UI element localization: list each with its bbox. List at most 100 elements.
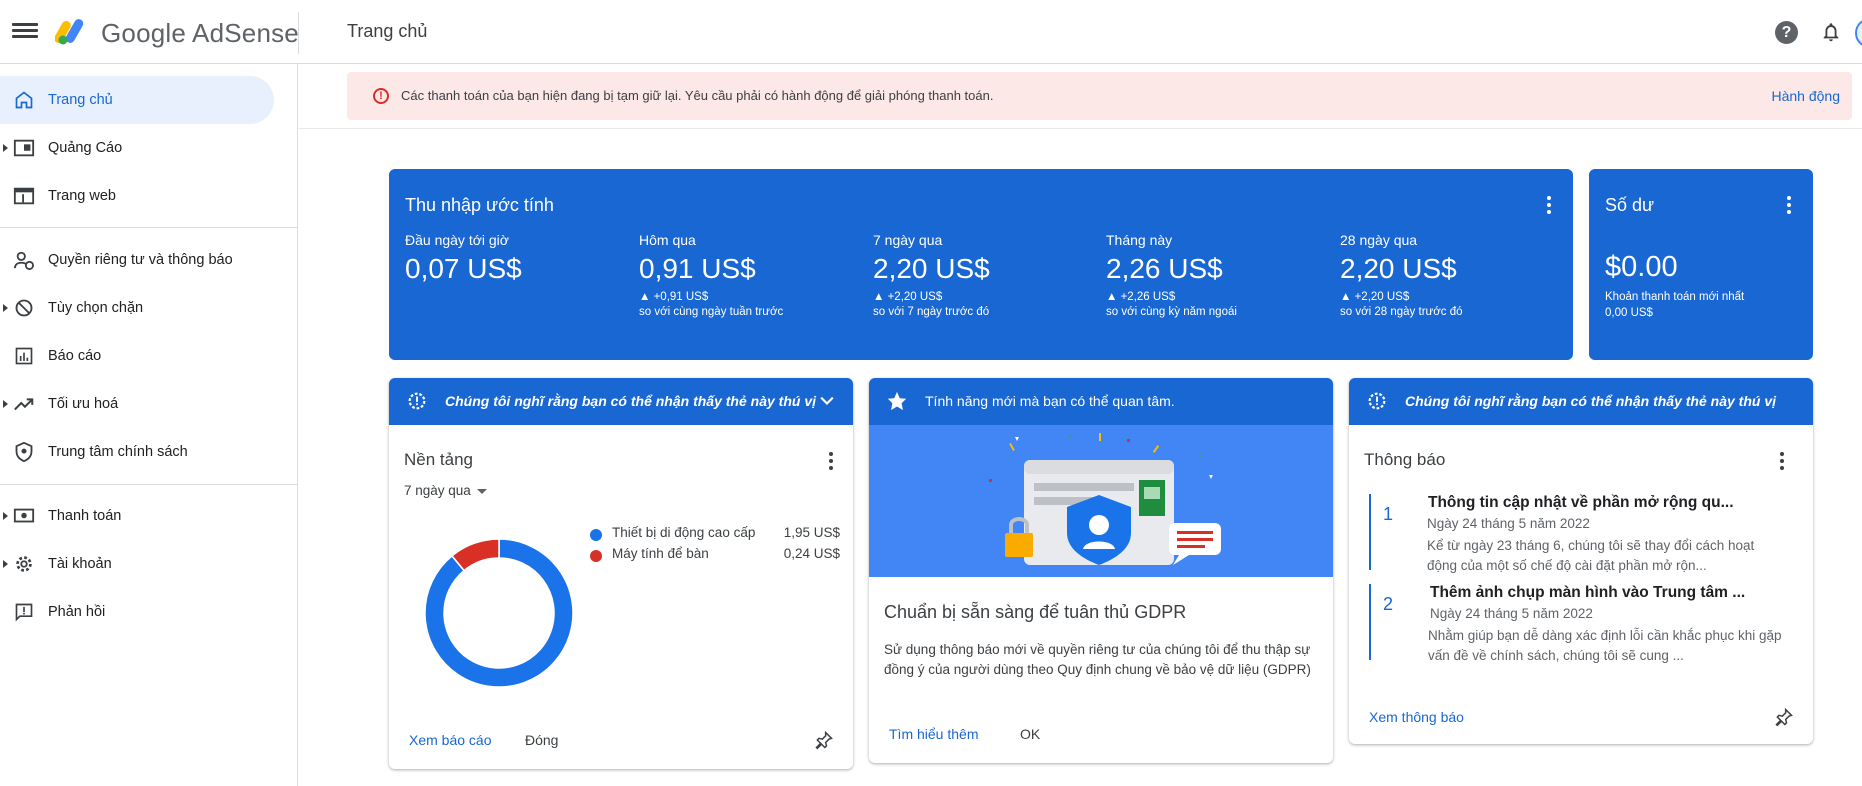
payment-hold-alert: ! Các thanh toán của bạn hiện đang bị tạ… — [347, 72, 1852, 120]
legend-item-desktop: Máy tính để bàn 0,24 US$ — [590, 546, 840, 566]
feedback-icon — [13, 601, 35, 623]
notifications-more-options-icon[interactable] — [1770, 449, 1794, 473]
view-notifications-link[interactable]: Xem thông báo — [1369, 709, 1464, 725]
optimization-trend-icon — [13, 393, 35, 415]
metric-label: Tháng này — [1106, 232, 1173, 248]
dismiss-button[interactable]: Đóng — [525, 732, 558, 748]
metric-label: Hôm qua — [639, 232, 696, 248]
sidebar-item-privacy-messaging[interactable]: Quyền riêng tư và thông báo — [0, 236, 274, 284]
sidebar-item-label: Báo cáo — [48, 348, 102, 364]
earnings-more-options-icon[interactable] — [1537, 193, 1561, 217]
metric-compare: so với 7 ngày trước đó — [873, 306, 990, 318]
notification-date: Ngày 24 tháng 5 năm 2022 — [1430, 606, 1593, 621]
legend-label: Máy tính để bàn — [612, 546, 709, 561]
expand-caret-icon — [3, 304, 8, 312]
date-range-dropdown[interactable]: 7 ngày qua — [404, 483, 487, 498]
hamburger-menu-icon[interactable] — [12, 20, 38, 44]
pin-icon[interactable] — [1774, 707, 1794, 727]
sidebar: Trang chủ Quảng Cáo Trang web Quyền riên… — [0, 64, 298, 786]
notification-title: Thêm ảnh chụp màn hình vào Trung tâm ... — [1430, 584, 1746, 601]
view-report-link[interactable]: Xem báo cáo — [409, 732, 492, 748]
sidebar-item-optimization[interactable]: Tối ưu hoá — [0, 380, 274, 428]
chevron-down-icon[interactable] — [817, 391, 837, 411]
sidebar-item-label: Trung tâm chính sách — [48, 444, 188, 460]
metric-label: 28 ngày qua — [1340, 232, 1418, 248]
gdpr-illustration — [869, 425, 1333, 577]
balance-card: Số dư $0.00 Khoản thanh toán mới nhất 0,… — [1589, 169, 1813, 360]
sidebar-item-label: Phản hồi — [48, 604, 106, 620]
reports-icon — [13, 345, 35, 367]
sidebar-item-blocking-controls[interactable]: Tùy chọn chặn — [0, 284, 274, 332]
notifications-card-title: Thông báo — [1364, 450, 1446, 469]
help-circle-icon[interactable]: ? — [1775, 21, 1798, 44]
sidebar-item-ads[interactable]: Quảng Cáo — [0, 124, 274, 172]
sidebar-item-sites[interactable]: Trang web — [0, 172, 274, 220]
privacy-messaging-icon — [13, 249, 35, 271]
metric-compare: so với cùng ngày tuần trước — [639, 306, 784, 318]
error-icon: ! — [373, 88, 389, 104]
brand-name: AdSense — [192, 18, 299, 48]
sidebar-item-label: Trang web — [48, 188, 116, 204]
metric-value: 0,91 US$ — [639, 253, 756, 284]
metric-last-7-days: 7 ngày qua 2,20 US$ ▲ +2,20 US$ so với 7… — [873, 232, 1093, 318]
sidebar-item-feedback[interactable]: Phản hồi — [0, 588, 274, 636]
account-gear-icon — [13, 553, 35, 575]
avatar[interactable] — [1855, 18, 1862, 48]
balance-title: Số dư — [1605, 195, 1655, 215]
suggestion-header: Chúng tôi nghĩ rằng bạn có thể nhận thấy… — [1349, 378, 1813, 425]
metric-value: 0,07 US$ — [405, 253, 522, 284]
notification-item[interactable]: 2 Thêm ảnh chụp màn hình vào Trung tâm .… — [1369, 584, 1789, 663]
header-divider — [298, 12, 299, 54]
metric-compare: so với cùng kỳ năm ngoái — [1106, 306, 1237, 318]
balance-more-options-icon[interactable] — [1777, 193, 1801, 217]
sidebar-item-label: Thanh toán — [48, 508, 122, 524]
metric-this-month: Tháng này 2,26 US$ ▲ +2,26 US$ so với cù… — [1106, 232, 1326, 318]
learn-more-link[interactable]: Tìm hiểu thêm — [889, 726, 978, 742]
block-icon — [13, 297, 35, 319]
sidebar-item-label: Tài khoản — [48, 556, 112, 572]
gdpr-card: Tính năng mới mà bạn có thể quan tâm. Ch… — [869, 378, 1333, 763]
sidebar-item-policy-center[interactable]: Trung tâm chính sách — [0, 428, 274, 476]
notifications-bell-icon[interactable] — [1820, 20, 1842, 44]
suggestion-header: Chúng tôi nghĩ rằng bạn có thể nhận thấy… — [389, 378, 853, 425]
notification-item[interactable]: 1 Thông tin cập nhật về phần mở rộng qu.… — [1369, 494, 1789, 573]
notifications-card: Chúng tôi nghĩ rằng bạn có thể nhận thấy… — [1349, 378, 1813, 744]
brand-prefix: Google — [101, 18, 187, 48]
platform-more-options-icon[interactable] — [819, 449, 843, 473]
metric-compare: so với 28 ngày trước đó — [1340, 306, 1463, 318]
sidebar-item-label: Tùy chọn chặn — [48, 300, 144, 316]
sidebar-item-account[interactable]: Tài khoản — [0, 540, 274, 588]
legend-label: Thiết bị di động cao cấp — [612, 525, 756, 540]
adsense-logo-icon — [55, 19, 84, 45]
ok-button[interactable]: OK — [1020, 726, 1040, 742]
home-icon — [13, 89, 35, 111]
page-title: Trang chủ — [347, 21, 428, 41]
notification-accent-bar — [1369, 584, 1371, 660]
donut-slice-0[interactable] — [424, 538, 574, 688]
notification-body: Kể từ ngày 23 tháng 6, chúng tôi sẽ thay… — [1427, 538, 1755, 573]
legend-swatch — [590, 529, 602, 541]
expand-caret-icon — [3, 400, 8, 408]
sidebar-item-home[interactable]: Trang chủ — [0, 76, 274, 124]
pin-icon[interactable] — [814, 730, 834, 750]
metric-yesterday: Hôm qua 0,91 US$ ▲ +0,91 US$ so với cùng… — [639, 232, 859, 318]
sites-icon — [13, 185, 35, 207]
policy-shield-icon — [13, 441, 35, 463]
app-brand: Google AdSense — [101, 18, 299, 49]
notification-body: Nhằm giúp bạn dễ dàng xác định lỗi cần k… — [1428, 628, 1782, 663]
gdpr-card-title: Chuẩn bị sẵn sàng để tuân thủ GDPR — [884, 602, 1187, 622]
expand-caret-icon — [3, 512, 8, 520]
metric-delta: ▲ +2,26 US$ — [1106, 291, 1176, 303]
sidebar-item-payments[interactable]: Thanh toán — [0, 492, 274, 540]
metric-today: Đầu ngày tới giờ 0,07 US$ — [405, 232, 625, 285]
notification-title: Thông tin cập nhật về phần mở rộng qu... — [1428, 494, 1734, 511]
sidebar-item-reports[interactable]: Báo cáo — [0, 332, 274, 380]
notification-number: 1 — [1383, 504, 1394, 524]
gdpr-card-body: Sử dụng thông báo mới về quyền riêng tư … — [884, 642, 1311, 677]
top-app-bar: Google AdSense Trang chủ ? — [0, 0, 1862, 64]
alert-action-link[interactable]: Hành động — [1771, 88, 1840, 104]
content-divider — [299, 128, 1862, 129]
sidebar-item-label: Quyền riêng tư và thông báo — [48, 252, 233, 268]
notification-date: Ngày 24 tháng 5 năm 2022 — [1427, 516, 1590, 531]
alert-message: Các thanh toán của bạn hiện đang bị tạm … — [401, 88, 994, 103]
